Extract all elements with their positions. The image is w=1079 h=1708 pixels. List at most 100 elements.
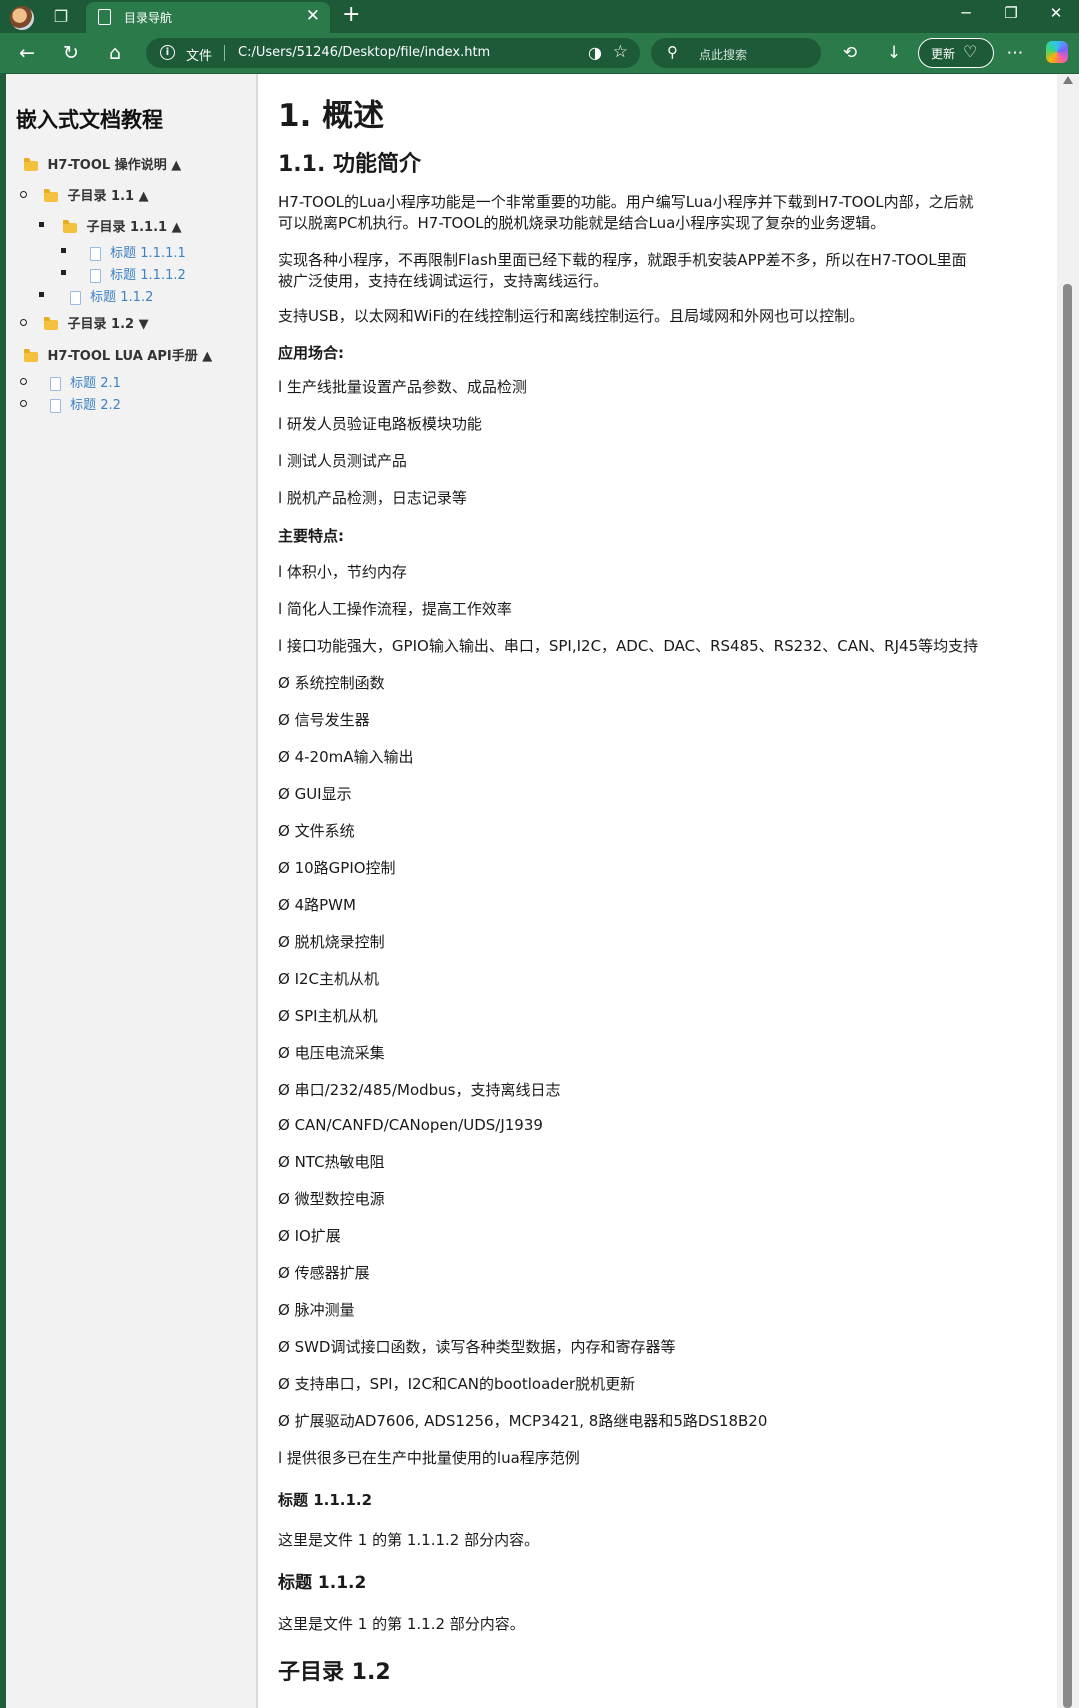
section-title: 1.1. 功能简介 [278, 152, 421, 177]
folder-icon [24, 157, 38, 171]
sidebar-folder-1-2[interactable]: 子目录 1.2 ▼ [44, 313, 149, 332]
list-item: Ø 10路GPIO控制 [278, 859, 396, 877]
copilot-icon[interactable] [1046, 41, 1068, 63]
sidebar-item-label: 子目录 1.2 ▼ [67, 317, 149, 332]
sidebar-title: 嵌入式文档教程 [16, 108, 163, 132]
paragraph-line: 被广泛使用，支持在线调试运行，支持离线运行。 [278, 272, 609, 290]
list-item: Ø 支持串口，SPI，I2C和CAN的bootloader脱机更新 [278, 1375, 636, 1393]
list-item: l 研发人员验证电路板模块功能 [278, 415, 482, 433]
bullet-icon [20, 378, 27, 385]
sidebar-folder-h7tool[interactable]: H7-TOOL 操作说明 ▲ [24, 154, 181, 173]
bullet-icon [61, 270, 66, 275]
bullet-icon [39, 222, 44, 227]
document-icon [50, 398, 61, 413]
list-item: Ø IO扩展 [278, 1227, 341, 1245]
folder-icon [63, 219, 77, 233]
sidebar-folder-1-1[interactable]: 子目录 1.1 ▲ [44, 185, 149, 204]
folder-icon [24, 348, 38, 362]
download-icon[interactable]: ↓ [881, 40, 907, 66]
sidebar-item-label: 标题 1.1.1.2 [110, 268, 186, 283]
home-icon[interactable]: ⌂ [102, 40, 128, 66]
list-item: l 脱机产品检测，日志记录等 [278, 489, 467, 507]
vertical-scrollbar[interactable] [1057, 74, 1079, 1708]
sidebar-folder-lua-api[interactable]: H7-TOOL LUA API手册 ▲ [24, 345, 212, 364]
bullet-icon [39, 292, 44, 297]
sidebar-item-label: 标题 2.1 [70, 376, 121, 391]
sidebar-item-label: 标题 1.1.2 [90, 290, 154, 305]
tab-active[interactable]: 目录导航 ✕ [86, 2, 330, 33]
list-item: l 体积小，节约内存 [278, 563, 407, 581]
refresh-icon[interactable]: ↻ [58, 40, 84, 66]
profile-avatar[interactable] [10, 6, 34, 30]
page-title: 1. 概述 [278, 98, 385, 134]
update-icon: ♡ [963, 42, 978, 61]
bullet-icon [20, 319, 27, 326]
document-icon [90, 268, 101, 283]
paragraph-line: 实现各种小程序，不再限制Flash里面已经下载的程序，就跟手机安装APP差不多，… [278, 251, 967, 269]
read-aloud-icon[interactable]: ◑ [588, 43, 602, 62]
info-icon[interactable]: i [160, 45, 175, 60]
document-icon [50, 376, 61, 391]
update-button[interactable]: 更新 ♡ [918, 38, 994, 68]
sidebar: 嵌入式文档教程 H7-TOOL 操作说明 ▲ 子目录 1.1 ▲ 子目录 1.1… [6, 74, 258, 1708]
minimize-button[interactable]: ─ [946, 4, 986, 22]
list-item: Ø 电压电流采集 [278, 1044, 385, 1062]
list-item: Ø 系统控制函数 [278, 674, 385, 692]
list-item: l 提供很多已在生产中批量使用的lua程序范例 [278, 1449, 580, 1467]
address-scheme: 文件 [186, 49, 213, 64]
more-menu-icon[interactable]: ⋯ [1002, 40, 1028, 66]
favorite-star-icon[interactable]: ☆ [613, 42, 628, 62]
list-item: l 接口功能强大，GPIO输入输出、串口，SPI,I2C，ADC、DAC、RS4… [278, 637, 979, 655]
workspaces-icon[interactable]: ❐ [52, 8, 70, 26]
address-url[interactable]: C:/Users/51246/Desktop/file/index.htm [238, 45, 490, 60]
search-box[interactable]: ⚲ 点此搜索 [651, 38, 821, 68]
search-placeholder: 点此搜索 [699, 48, 748, 62]
list-item: Ø 信号发生器 [278, 711, 370, 729]
update-label: 更新 [931, 47, 956, 61]
list-item: Ø 扩展驱动AD7606, ADS1256，MCP3421, 8路继电器和5路D… [278, 1412, 768, 1430]
bullet-icon [20, 191, 27, 198]
address-bar[interactable]: i 文件 C:/Users/51246/Desktop/file/index.h… [146, 38, 640, 68]
history-icon[interactable]: ⟲ [837, 40, 863, 66]
list-item: Ø GUI显示 [278, 785, 352, 803]
sidebar-item-label: 标题 1.1.1.1 [110, 246, 186, 261]
sidebar-item-2-1[interactable]: 标题 2.1 [50, 372, 121, 391]
restore-button[interactable]: ❐ [991, 4, 1031, 22]
sidebar-item-label: H7-TOOL LUA API手册 ▲ [47, 349, 213, 364]
list-item: l 测试人员测试产品 [278, 452, 407, 470]
sidebar-item-1-1-2[interactable]: 标题 1.1.2 [70, 286, 153, 305]
sidebar-folder-1-1-1[interactable]: 子目录 1.1.1 ▲ [63, 216, 182, 235]
paragraph-line: H7-TOOL的Lua小程序功能是一个非常重要的功能。用户编写Lua小程序并下载… [278, 193, 974, 211]
page-icon [98, 9, 111, 25]
list-item: Ø 传感器扩展 [278, 1264, 370, 1282]
sidebar-item-1-1-1-1[interactable]: 标题 1.1.1.1 [90, 242, 186, 261]
close-tab-icon[interactable]: ✕ [306, 6, 320, 26]
section-title: 子目录 1.2 [278, 1660, 391, 1685]
scroll-up-icon[interactable] [1063, 76, 1073, 84]
new-tab-button[interactable]: + [342, 2, 360, 27]
folder-icon [44, 188, 58, 202]
list-item: Ø 4路PWM [278, 896, 356, 914]
close-window-button[interactable]: ✕ [1036, 4, 1076, 22]
paragraph: 这里是文件 1 的第 1.1.1.2 部分内容。 [278, 1531, 540, 1549]
sidebar-item-1-1-1-2[interactable]: 标题 1.1.1.2 [90, 264, 186, 283]
list-item: Ø 4-20mA输入输出 [278, 748, 414, 766]
document-icon [90, 246, 101, 261]
sidebar-item-2-2[interactable]: 标题 2.2 [50, 394, 121, 413]
features-heading: 主要特点: [278, 527, 344, 545]
back-icon[interactable]: ← [14, 40, 40, 66]
tab-title: 目录导航 [124, 11, 173, 25]
sidebar-item-label: 子目录 1.1 ▲ [67, 189, 149, 204]
address-divider [224, 45, 225, 61]
list-item: Ø CAN/CANFD/CANopen/UDS/J1939 [278, 1116, 543, 1134]
list-item: Ø 串口/232/485/Modbus，支持离线日志 [278, 1081, 561, 1099]
bullet-icon [61, 248, 66, 253]
sidebar-item-label: 子目录 1.1.1 ▲ [86, 220, 182, 235]
list-item: Ø 文件系统 [278, 822, 355, 840]
list-item: Ø SPI主机从机 [278, 1007, 378, 1025]
scroll-thumb[interactable] [1063, 284, 1072, 1708]
toolbar: ← ↻ ⌂ i 文件 C:/Users/51246/Desktop/file/i… [0, 33, 1079, 73]
bullet-icon [20, 400, 27, 407]
folder-icon [44, 316, 58, 330]
list-item: Ø I2C主机从机 [278, 970, 380, 988]
